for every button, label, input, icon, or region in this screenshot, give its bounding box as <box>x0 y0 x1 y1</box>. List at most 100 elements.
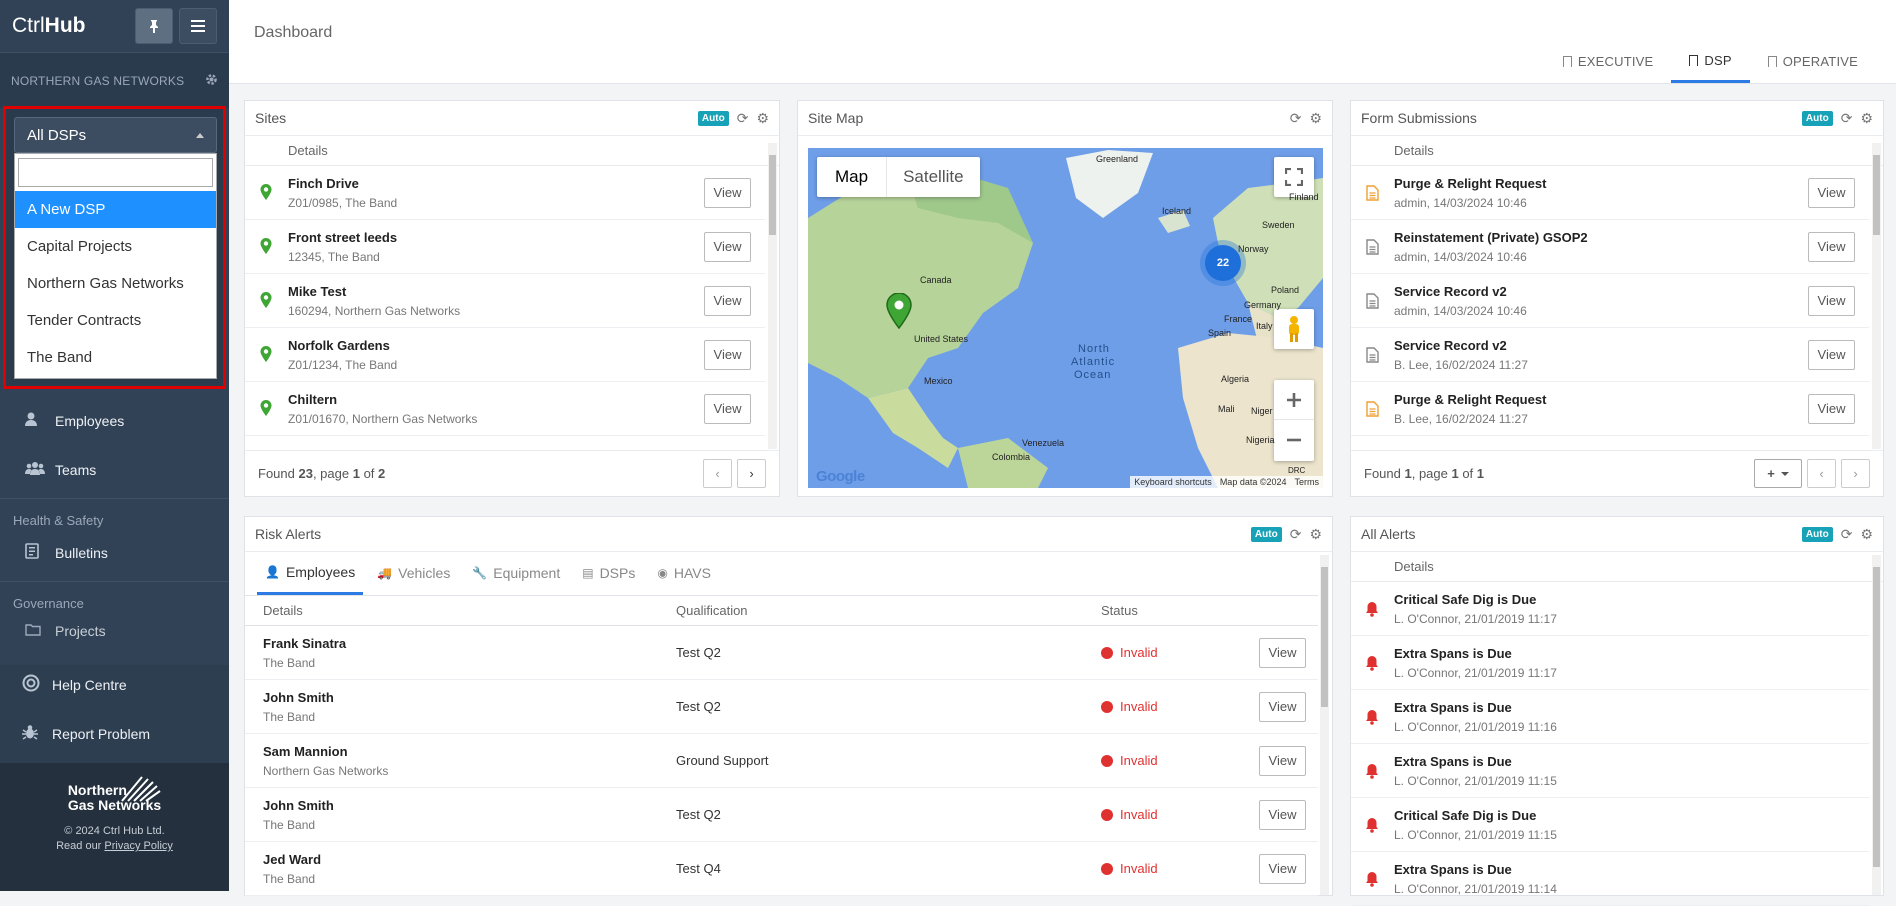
refresh-icon[interactable]: ⟳ <box>1841 110 1853 127</box>
sidebar-item-projects[interactable]: Projects <box>0 616 229 646</box>
scrollbar[interactable] <box>1872 143 1881 449</box>
view-button[interactable]: View <box>704 177 751 208</box>
map-type-map-button[interactable]: Map <box>817 157 886 197</box>
view-button[interactable]: View <box>1808 339 1855 370</box>
view-button[interactable]: View <box>1808 231 1855 262</box>
prev-page-button[interactable]: ‹ <box>703 459 732 488</box>
map-type-satellite-button[interactable]: Satellite <box>886 157 979 197</box>
view-button[interactable]: View <box>704 231 751 262</box>
prev-page-button[interactable]: ‹ <box>1807 459 1836 488</box>
view-button[interactable]: View <box>1808 285 1855 316</box>
zoom-out-button[interactable] <box>1274 420 1314 460</box>
dsp-option[interactable]: A New DSP <box>15 191 216 228</box>
dsp-option[interactable]: Northern Gas Networks <box>15 265 216 302</box>
ctrlhub-logo[interactable]: CtrlHub <box>12 14 129 38</box>
terms-link[interactable]: Terms <box>1295 477 1320 487</box>
sidebar-item-bulletins[interactable]: Bulletins <box>0 533 229 573</box>
tab-dsps[interactable]: ▤ DSPs <box>574 551 643 595</box>
refresh-icon[interactable]: ⟳ <box>1290 526 1302 543</box>
tab-employees[interactable]: 👤 Employees <box>257 551 364 595</box>
employee-name[interactable]: Frank Sinatra <box>263 636 673 651</box>
alert-name[interactable]: Extra Spans is Due <box>1394 646 1869 661</box>
site-name[interactable]: Front street leeds <box>288 230 704 245</box>
auto-badge[interactable]: Auto <box>697 110 729 126</box>
gear-icon[interactable]: ⚙ <box>1309 110 1322 127</box>
view-button[interactable]: View <box>1808 393 1855 424</box>
tab-vehicles[interactable]: 🚚 Vehicles <box>369 551 458 595</box>
refresh-icon[interactable]: ⟳ <box>1290 110 1302 127</box>
add-form-button[interactable]: + <box>1754 459 1802 488</box>
employee-name[interactable]: Jed Ward <box>263 852 673 867</box>
privacy-policy-link[interactable]: Privacy Policy <box>104 840 172 852</box>
dsp-option[interactable]: Capital Projects <box>15 228 216 265</box>
fullscreen-button[interactable] <box>1274 157 1314 197</box>
alert-name[interactable]: Critical Safe Dig is Due <box>1394 808 1869 823</box>
map-label: Venezuela <box>1022 438 1065 448</box>
site-name[interactable]: Finch Drive <box>288 176 704 191</box>
form-name[interactable]: Service Record v2 <box>1394 284 1808 299</box>
view-button[interactable]: View <box>704 393 751 424</box>
map-marker[interactable] <box>886 292 912 332</box>
form-name[interactable]: Purge & Relight Request <box>1394 392 1808 407</box>
form-name[interactable]: Reinstatement (Private) GSOP2 <box>1394 230 1808 245</box>
sidebar-item-teams[interactable]: Teams <box>0 450 229 490</box>
keyboard-shortcuts-link[interactable]: Keyboard shortcuts <box>1134 477 1212 487</box>
menu-toggle-button[interactable] <box>179 8 217 44</box>
pin-sidebar-button[interactable] <box>135 8 173 44</box>
tab-equipment[interactable]: 🔧 Equipment <box>464 551 568 595</box>
refresh-icon[interactable]: ⟳ <box>737 110 749 127</box>
gear-icon[interactable]: ⚙ <box>1860 526 1873 543</box>
sidebar-item-help-centre[interactable]: Help Centre <box>0 665 229 705</box>
site-name[interactable]: Norfolk Gardens <box>288 338 704 353</box>
auto-badge[interactable]: Auto <box>1250 526 1282 542</box>
gear-icon[interactable]: ⚙ <box>1860 110 1873 127</box>
view-button[interactable]: View <box>704 339 751 370</box>
sidebar-item-report-problem[interactable]: Report Problem <box>0 705 229 763</box>
next-page-button[interactable]: › <box>737 459 766 488</box>
alert-name[interactable]: Extra Spans is Due <box>1394 700 1869 715</box>
view-button[interactable]: View <box>1259 691 1306 722</box>
dsp-option[interactable]: The Band <box>15 339 216 376</box>
view-button[interactable]: View <box>1808 177 1855 208</box>
employee-org: The Band <box>263 655 316 670</box>
view-button[interactable]: View <box>1259 853 1306 884</box>
gear-icon[interactable]: ⚙ <box>1309 526 1322 543</box>
tab-dsp[interactable]: DSP <box>1671 40 1750 83</box>
site-row: Mike Test 160294, Northern Gas Networks Vi… <box>245 274 765 328</box>
sidebar-item-employees[interactable]: Employees <box>0 401 229 441</box>
org-settings-gear-icon[interactable] <box>205 73 218 89</box>
dsp-option[interactable]: Tender Contracts <box>15 302 216 339</box>
scrollbar[interactable] <box>1320 555 1329 895</box>
bell-icon <box>1365 763 1379 779</box>
map-cluster-marker[interactable]: 22 <box>1205 245 1241 281</box>
alert-name[interactable]: Extra Spans is Due <box>1394 862 1869 877</box>
form-name[interactable]: Service Record v2 <box>1394 338 1808 353</box>
alert-name[interactable]: Extra Spans is Due <box>1394 754 1869 769</box>
scrollbar[interactable] <box>768 143 777 449</box>
dsp-search-input[interactable] <box>18 158 213 187</box>
auto-badge[interactable]: Auto <box>1801 526 1833 542</box>
site-name[interactable]: Mike Test <box>288 284 704 299</box>
next-page-button[interactable]: › <box>1841 459 1870 488</box>
tab-operative[interactable]: OPERATIVE <box>1750 40 1876 83</box>
zoom-in-button[interactable] <box>1274 380 1314 420</box>
tab-havs[interactable]: ◉ HAVS <box>649 551 719 595</box>
employee-name[interactable]: John Smith <box>263 798 673 813</box>
site-name[interactable]: Chiltern <box>288 392 704 407</box>
map-canvas[interactable]: Map Satellite 22 Greenland Iceland Finla… <box>808 148 1323 488</box>
employee-name[interactable]: John Smith <box>263 690 673 705</box>
view-button[interactable]: View <box>1259 637 1306 668</box>
form-name[interactable]: Purge & Relight Request <box>1394 176 1808 191</box>
view-button[interactable]: View <box>1259 799 1306 830</box>
scrollbar[interactable] <box>1872 555 1881 895</box>
view-button[interactable]: View <box>1259 745 1306 776</box>
dsp-select[interactable]: All DSPs <box>14 117 217 153</box>
tab-executive[interactable]: EXECUTIVE <box>1545 40 1671 83</box>
refresh-icon[interactable]: ⟳ <box>1841 526 1853 543</box>
auto-badge[interactable]: Auto <box>1801 110 1833 126</box>
alert-name[interactable]: Critical Safe Dig is Due <box>1394 592 1869 607</box>
gear-icon[interactable]: ⚙ <box>756 110 769 127</box>
view-button[interactable]: View <box>704 285 751 316</box>
pegman-button[interactable] <box>1274 309 1314 349</box>
employee-name[interactable]: Sam Mannion <box>263 744 673 759</box>
